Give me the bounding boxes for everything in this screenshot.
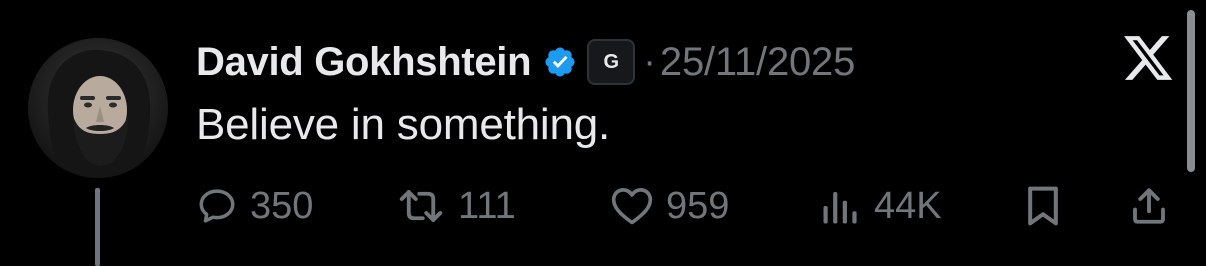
- affiliate-badge[interactable]: G: [587, 39, 636, 85]
- bookmark-button[interactable]: [1024, 176, 1062, 236]
- heart-icon: [610, 185, 654, 227]
- like-count: 959: [666, 184, 730, 227]
- x-logo-icon: [1124, 36, 1174, 82]
- tweet-text: Believe in something.: [196, 100, 611, 149]
- repost-count: 111: [458, 184, 516, 227]
- tweet-header: David Gokhshtein G · 25/11/2025: [196, 34, 855, 90]
- separator-dot: ·: [643, 40, 656, 83]
- reply-button[interactable]: 350: [196, 176, 313, 236]
- share-button[interactable]: [1128, 176, 1170, 236]
- repost-icon: [396, 185, 446, 227]
- views-chart-icon: [820, 185, 862, 227]
- action-bar: 350 111 959 44K: [196, 176, 1176, 236]
- reply-icon: [196, 185, 238, 227]
- tweet-card[interactable]: David Gokhshtein G · 25/11/2025 Believe …: [0, 0, 1206, 266]
- like-button[interactable]: 959: [610, 176, 729, 236]
- thread-line: [95, 188, 100, 266]
- views-button[interactable]: 44K: [820, 176, 942, 236]
- avatar[interactable]: [28, 38, 168, 178]
- scrollbar[interactable]: [1187, 10, 1195, 172]
- tweet-date[interactable]: 25/11/2025: [660, 40, 855, 85]
- author-display-name[interactable]: David Gokhshtein: [196, 40, 532, 85]
- bookmark-icon: [1024, 184, 1062, 228]
- reply-count: 350: [250, 184, 314, 227]
- views-count: 44K: [874, 184, 942, 227]
- verified-badge-icon[interactable]: [543, 45, 577, 79]
- share-icon: [1128, 184, 1170, 228]
- repost-button[interactable]: 111: [396, 176, 516, 236]
